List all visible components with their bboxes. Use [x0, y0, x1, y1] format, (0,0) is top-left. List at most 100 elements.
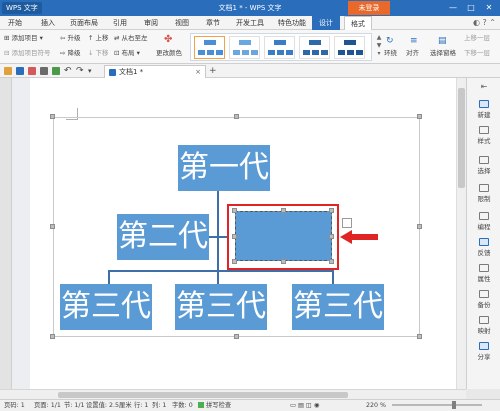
layout-options-icon[interactable]	[342, 218, 352, 228]
print-preview-icon[interactable]	[52, 67, 60, 75]
redo-icon[interactable]: ↷	[76, 67, 84, 76]
undo-icon[interactable]: ↶	[64, 67, 72, 76]
node-third-generation-left[interactable]: 第三代	[60, 284, 152, 330]
horizontal-scrollbar[interactable]	[0, 389, 466, 399]
tab-home[interactable]: 开始	[4, 16, 26, 30]
vertical-scrollbar[interactable]	[456, 78, 465, 389]
add-item-button[interactable]: ⊞ 添加项目 ▾	[4, 33, 43, 43]
sidebar-item-backup[interactable]: 备份	[467, 290, 500, 309]
change-color-button[interactable]: 更改颜色	[156, 48, 182, 58]
tab-special[interactable]: 特色功能	[276, 16, 308, 30]
tab-view[interactable]: 视图	[172, 16, 192, 30]
tab-review[interactable]: 审阅	[141, 16, 161, 30]
frame-handle-tr[interactable]	[417, 114, 422, 119]
connector-drop-right	[332, 270, 334, 284]
horizontal-scroll-thumb[interactable]	[58, 392, 348, 398]
arrow-up-icon: ↑	[88, 34, 96, 42]
node-handle-tr[interactable]	[329, 208, 334, 213]
move-up-button[interactable]: ↑ 上移	[88, 33, 109, 43]
tab-developer[interactable]: 开发工具	[234, 16, 266, 30]
document-page[interactable]: 第一代 第二代 第三代 第三代 第三代	[30, 78, 460, 389]
node-handle-b[interactable]	[281, 259, 286, 264]
skin-icon[interactable]: ◐	[473, 18, 480, 27]
minimize-button[interactable]: —	[446, 1, 460, 15]
frame-handle-br[interactable]	[417, 334, 422, 339]
layout-button[interactable]: ⊡ 布局 ▾	[114, 48, 140, 58]
zoom-slider[interactable]	[392, 401, 482, 409]
sidebar-item-new[interactable]: 新建	[467, 100, 500, 119]
sidebar-item-style[interactable]: 样式	[467, 126, 500, 145]
right-to-left-button[interactable]: ⇄ 从右至左	[114, 33, 148, 43]
collapse-ribbon-icon[interactable]: ⌃	[489, 18, 496, 27]
tab-insert[interactable]: 插入	[38, 16, 58, 30]
maximize-button[interactable]: □	[464, 1, 478, 15]
customize-quickbar-icon[interactable]: ▾	[88, 67, 96, 75]
sidebar-item-code[interactable]: 编程	[467, 212, 500, 231]
node-handle-t[interactable]	[281, 208, 286, 213]
ring-icon: ↻	[386, 36, 394, 46]
map-icon	[479, 316, 489, 324]
new-tab-button[interactable]: +	[209, 64, 217, 78]
vertical-scroll-thumb[interactable]	[458, 88, 465, 188]
sidebar-item-feedback[interactable]: 反馈	[467, 238, 500, 257]
sidebar-arrow-icon[interactable]: ⇤	[467, 82, 500, 91]
style-thumb-5[interactable]	[334, 36, 365, 59]
zoom-level[interactable]: 220 %	[366, 400, 386, 411]
frame-handle-l[interactable]	[50, 224, 55, 229]
frame-handle-b[interactable]	[234, 334, 239, 339]
align-button[interactable]: 对齐	[406, 48, 419, 58]
status-column: 列: 1	[152, 402, 167, 409]
upgrade-button[interactable]: ⇦ 升级	[60, 33, 81, 43]
frame-handle-bl[interactable]	[50, 334, 55, 339]
send-backward-button[interactable]: 下移一层	[464, 48, 490, 58]
node-second-generation[interactable]: 第二代	[117, 214, 209, 260]
tab-format[interactable]: 格式	[344, 16, 372, 30]
node-handle-tl[interactable]	[232, 208, 237, 213]
frame-handle-t[interactable]	[234, 114, 239, 119]
downgrade-button[interactable]: ⇨ 降级	[60, 48, 81, 58]
move-down-button[interactable]: ↓ 下移	[88, 48, 109, 58]
bring-forward-button[interactable]: 上移一层	[464, 33, 490, 43]
node-new-selected[interactable]	[235, 211, 332, 261]
add-bullet-button[interactable]: ⊟ 添加项目符号	[4, 48, 51, 58]
print-icon[interactable]	[40, 67, 48, 75]
sidebar-item-share[interactable]: 分享	[467, 342, 500, 361]
sidebar-item-map[interactable]: 映射	[467, 316, 500, 335]
document-tab[interactable]: 文档1 * ×	[104, 65, 206, 78]
node-handle-br[interactable]	[329, 259, 334, 264]
arrow-left-icon: ⇦	[60, 34, 68, 42]
tab-page-layout[interactable]: 页面布局	[68, 16, 100, 30]
node-handle-r[interactable]	[329, 234, 334, 239]
spell-check-label: 拼写检查	[206, 402, 232, 409]
node-third-generation-middle[interactable]: 第三代	[175, 284, 267, 330]
close-window-button[interactable]: ✕	[482, 1, 496, 15]
help-icon[interactable]: ?	[483, 18, 487, 27]
tab-design[interactable]: 设计	[312, 16, 340, 30]
style-thumb-4[interactable]	[299, 36, 330, 59]
sidebar-item-properties[interactable]: 属性	[467, 264, 500, 283]
export-pdf-icon[interactable]	[28, 67, 36, 75]
node-third-generation-right[interactable]: 第三代	[292, 284, 384, 330]
node-handle-bl[interactable]	[232, 259, 237, 264]
style-thumb-3[interactable]	[264, 36, 295, 59]
node-handle-l[interactable]	[232, 234, 237, 239]
close-tab-icon[interactable]: ×	[195, 66, 201, 78]
frame-handle-tl[interactable]	[50, 114, 55, 119]
sidebar-item-restrict[interactable]: 限制	[467, 184, 500, 203]
style-thumb-2[interactable]	[229, 36, 260, 59]
sidebar-item-select[interactable]: 选择	[467, 156, 500, 175]
gallery-scroll[interactable]: ▲ ▼ ▾	[375, 34, 383, 60]
save-icon[interactable]	[16, 67, 24, 75]
tab-references[interactable]: 引用	[110, 16, 130, 30]
zoom-slider-knob[interactable]	[452, 401, 456, 409]
node-first-generation[interactable]: 第一代	[178, 145, 270, 191]
selection-pane-button[interactable]: 选择窗格	[430, 48, 456, 58]
ring-button[interactable]: 环绕	[384, 48, 397, 58]
view-mode-icons[interactable]: ▭ ▤ ◫ ◉	[290, 400, 319, 411]
frame-handle-r[interactable]	[417, 224, 422, 229]
open-folder-icon[interactable]	[4, 67, 12, 75]
style-thumb-1[interactable]	[194, 36, 225, 59]
spell-check-toggle[interactable]: 拼写检查	[198, 400, 231, 411]
login-button[interactable]: 未登录	[348, 1, 390, 15]
tab-section[interactable]: 章节	[203, 16, 223, 30]
